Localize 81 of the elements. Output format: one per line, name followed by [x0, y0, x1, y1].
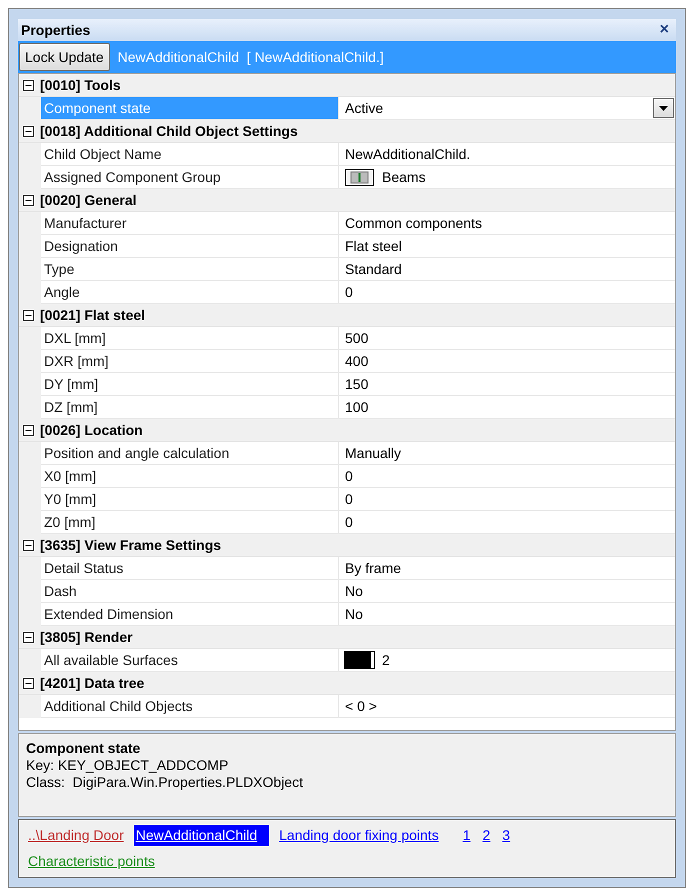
property-value: < 0 >	[345, 696, 377, 716]
window-title: Properties	[21, 20, 90, 40]
collapse-icon[interactable]	[23, 540, 34, 550]
category-row[interactable]: [0021] Flat steel	[19, 304, 675, 327]
property-name[interactable]: DZ [mm]	[41, 396, 339, 419]
property-value: Beams	[382, 168, 426, 186]
property-name[interactable]: DY [mm]	[41, 373, 339, 396]
property-value: 0	[345, 512, 353, 532]
category-title: [0020] General	[40, 190, 136, 210]
collapse-icon[interactable]	[23, 80, 34, 90]
property-value: 2	[382, 650, 390, 670]
category-title: [0026] Location	[40, 420, 143, 440]
property-value: No	[345, 604, 363, 624]
category-title: [0018] Additional Child Object Settings	[40, 122, 298, 141]
description-text: Key: KEY_OBJECT_ADDCOMP	[26, 757, 230, 774]
property-name[interactable]: Designation	[41, 235, 339, 258]
property-value: 400	[345, 352, 368, 370]
property-value: 0	[345, 466, 353, 486]
property-value: Flat steel	[345, 236, 402, 256]
property-name[interactable]: DXR [mm]	[41, 350, 339, 373]
property-name[interactable]: Position and angle calculation	[41, 442, 339, 465]
category-row[interactable]: [3635] View Frame Settings	[19, 534, 675, 557]
category-row[interactable]: [0020] General	[19, 189, 675, 212]
caret-icon	[659, 106, 668, 110]
property-value: Active	[345, 98, 384, 118]
property-value: Standard	[345, 260, 402, 278]
property-name[interactable]: Z0 [mm]	[41, 511, 339, 534]
category-title: [3635] View Frame Settings	[40, 536, 222, 555]
lock-update-button[interactable]: Lock Update	[19, 43, 110, 71]
property-value: 150	[345, 374, 368, 394]
description-title: Component state	[26, 739, 142, 757]
category-title: [4201] Data tree	[40, 674, 144, 693]
property-name[interactable]: X0 [mm]	[41, 465, 339, 488]
property-name[interactable]: All available Surfaces	[41, 649, 339, 672]
property-name[interactable]: Y0 [mm]	[41, 488, 339, 511]
property-name[interactable]: Angle	[41, 281, 339, 304]
property-value: 100	[345, 398, 368, 416]
object-caption: NewAdditionalChild [ NewAdditionalChild.]	[118, 48, 384, 67]
property-name[interactable]: Assigned Component Group	[41, 166, 339, 189]
link[interactable]: NewAdditionalChild	[134, 824, 270, 846]
link[interactable]: 2	[480, 824, 492, 846]
category-row[interactable]: [3805] Render	[19, 626, 675, 649]
property-name[interactable]: DXL [mm]	[41, 327, 339, 350]
category-row[interactable]: [4201] Data tree	[19, 672, 675, 695]
property-value: 0	[345, 490, 353, 508]
link[interactable]: Landing door fixing points	[277, 824, 441, 846]
category-row[interactable]: [0018] Additional Child Object Settings	[19, 120, 675, 143]
property-value: Manually	[345, 444, 402, 463]
category-title: [3805] Render	[40, 628, 133, 647]
category-row[interactable]: [0010] Tools	[19, 74, 675, 97]
property-name[interactable]: Manufacturer	[41, 212, 339, 235]
close-button[interactable]: ×	[656, 22, 673, 38]
property-name[interactable]: Child Object Name	[41, 143, 339, 166]
category-title: [0010] Tools	[40, 76, 121, 95]
color-swatch	[345, 652, 374, 668]
link[interactable]: ..\Landing Door	[26, 824, 126, 846]
collapse-icon[interactable]	[23, 310, 34, 320]
property-value: NewAdditionalChild.	[345, 144, 470, 164]
property-value: No	[345, 582, 363, 600]
property-name[interactable]: Dash	[41, 580, 339, 603]
property-value: Common components	[345, 214, 482, 233]
collapse-icon[interactable]	[23, 126, 34, 136]
collapse-icon[interactable]	[23, 424, 34, 436]
beam-icon	[345, 168, 374, 186]
link[interactable]: 1	[460, 824, 472, 846]
property-value: 500	[345, 328, 368, 348]
collapse-icon[interactable]	[23, 194, 34, 206]
property-value: 0	[345, 282, 353, 302]
property-name[interactable]: Additional Child Objects	[41, 695, 339, 718]
collapse-icon[interactable]	[23, 632, 34, 642]
description-text: Class: DigiPara.Win.Properties.PLDXObject	[26, 774, 304, 791]
dropdown-button[interactable]	[653, 98, 674, 118]
property-name[interactable]: Type	[41, 258, 339, 281]
property-name[interactable]: Extended Dimension	[41, 603, 339, 626]
collapse-icon[interactable]	[23, 678, 34, 688]
category-title: [0021] Flat steel	[40, 306, 146, 325]
link[interactable]: 3	[500, 824, 512, 846]
property-name[interactable]: Detail Status	[41, 557, 339, 580]
link[interactable]: Characteristic points	[26, 850, 157, 872]
category-row[interactable]: [0026] Location	[19, 419, 675, 442]
property-value: By frame	[345, 558, 402, 578]
